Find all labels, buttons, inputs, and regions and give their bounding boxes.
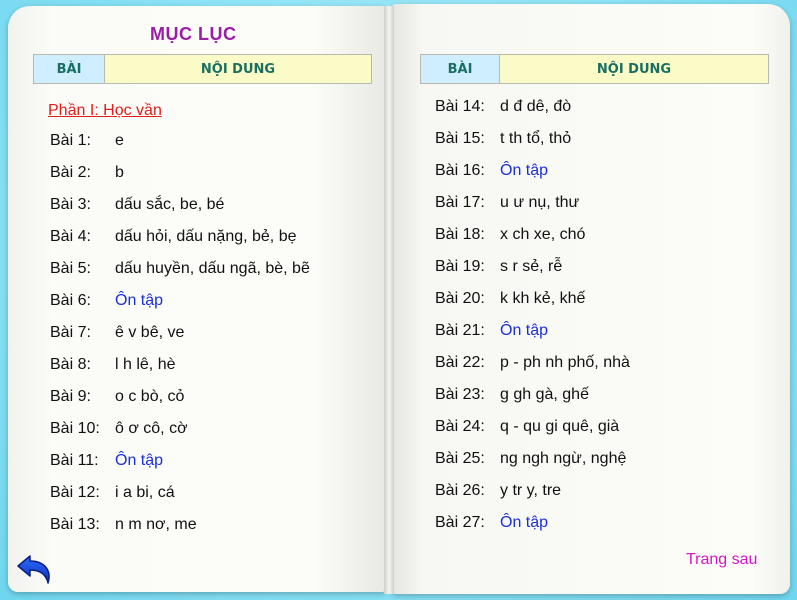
lesson-item[interactable]: Bài 7: ê v bê, ve	[50, 324, 184, 342]
lesson-title: b	[115, 164, 124, 181]
lesson-number: Bài 12:	[50, 484, 100, 501]
lesson-item[interactable]: Bài 18: x ch xe, chó	[435, 226, 585, 244]
lesson-title: g gh gà, ghế	[500, 386, 589, 403]
lesson-title: e	[115, 132, 124, 149]
lesson-item[interactable]: Bài 9: o c bò, cỏ	[50, 388, 184, 406]
lesson-number: Bài 25:	[435, 450, 485, 467]
lesson-item[interactable]: Bài 19: s r sẻ, rễ	[435, 258, 562, 276]
lesson-number: Bài 20:	[435, 290, 485, 307]
lesson-item[interactable]: Bài 23: g gh gà, ghế	[435, 386, 589, 404]
lesson-title: Ôn tập	[115, 452, 164, 469]
lesson-item[interactable]: Bài 14: d đ dê, đò	[435, 98, 571, 116]
lesson-item[interactable]: Bài 20: k kh kẻ, khế	[435, 290, 585, 308]
header-content: NỘI DUNG	[105, 55, 371, 83]
lesson-title: Ôn tập	[115, 292, 164, 309]
lesson-title: q - qu gi quê, già	[500, 418, 620, 435]
lesson-number: Bài 7:	[50, 324, 91, 341]
lesson-title: k kh kẻ, khế	[500, 290, 586, 307]
lesson-number: Bài 15:	[435, 130, 485, 147]
header-lesson: BÀI	[421, 55, 500, 83]
lesson-item[interactable]: Bài 27: Ôn tập	[435, 514, 548, 532]
lesson-title: dấu huyền, dấu ngã, bè, bẽ	[115, 260, 310, 277]
lesson-number: Bài 14:	[435, 98, 485, 115]
lesson-item[interactable]: Bài 17: u ư nụ, thư	[435, 194, 579, 212]
table-header-right: BÀI NỘI DUNG	[420, 54, 769, 84]
lesson-number: Bài 1:	[50, 132, 91, 149]
lesson-item[interactable]: Bài 13: n m nơ, me	[50, 516, 197, 534]
lesson-number: Bài 21:	[435, 322, 485, 339]
lesson-item[interactable]: Bài 15: t th tổ, thỏ	[435, 130, 571, 148]
lesson-title: x ch xe, chó	[500, 226, 586, 243]
lesson-number: Bài 4:	[50, 228, 91, 245]
lesson-title: o c bò, cỏ	[115, 388, 185, 405]
lesson-item[interactable]: Bài 16: Ôn tập	[435, 162, 548, 180]
next-page-link[interactable]: Trang sau	[686, 551, 757, 569]
lesson-title: n m nơ, me	[115, 516, 197, 533]
lesson-number: Bài 16:	[435, 162, 485, 179]
lesson-title: t th tổ, thỏ	[500, 130, 572, 147]
lesson-number: Bài 23:	[435, 386, 485, 403]
lesson-number: Bài 3:	[50, 196, 91, 213]
back-arrow-icon	[17, 555, 50, 584]
lesson-title: Ôn tập	[500, 514, 549, 531]
lesson-number: Bài 18:	[435, 226, 485, 243]
lesson-number: Bài 5:	[50, 260, 91, 277]
lesson-number: Bài 2:	[50, 164, 91, 181]
lesson-title: ê v bê, ve	[115, 324, 185, 341]
lesson-item[interactable]: Bài 24: q - qu gi quê, già	[435, 418, 619, 436]
lesson-title: d đ dê, đò	[500, 98, 572, 115]
lesson-number: Bài 11:	[50, 452, 99, 469]
lesson-item[interactable]: Bài 25: ng ngh ngừ, nghệ	[435, 450, 626, 468]
back-button[interactable]	[14, 550, 56, 588]
header-content: NỘI DUNG	[500, 55, 768, 83]
lesson-title: ô ơ cô, cờ	[115, 420, 188, 437]
lesson-title: i a bi, cá	[115, 484, 175, 501]
lesson-item[interactable]: Bài 12: i a bi, cá	[50, 484, 175, 502]
lesson-title: s r sẻ, rễ	[500, 258, 563, 275]
lesson-number: Bài 13:	[50, 516, 100, 533]
lesson-number: Bài 22:	[435, 354, 485, 371]
lesson-item[interactable]: Bài 6: Ôn tập	[50, 292, 163, 310]
lesson-title: u ư nụ, thư	[500, 194, 580, 211]
lesson-number: Bài 27:	[435, 514, 485, 531]
lesson-number: Bài 8:	[50, 356, 91, 373]
lesson-title: dấu hỏi, dấu nặng, bẻ, bẹ	[115, 228, 297, 245]
lesson-number: Bài 10:	[50, 420, 100, 437]
lesson-title: dấu sắc, be, bé	[115, 196, 225, 213]
header-lesson: BÀI	[34, 55, 105, 83]
lesson-title: Ôn tập	[500, 162, 549, 179]
lesson-item[interactable]: Bài 21: Ôn tập	[435, 322, 548, 340]
lesson-number: Bài 17:	[435, 194, 485, 211]
lesson-number: Bài 24:	[435, 418, 485, 435]
lesson-number: Bài 9:	[50, 388, 91, 405]
lesson-item[interactable]: Bài 22: p - ph nh phố, nhà	[435, 354, 630, 372]
section-title: Phần I: Học vần	[48, 102, 162, 119]
lesson-title: Ôn tập	[500, 322, 549, 339]
lesson-item[interactable]: Bài 4: dấu hỏi, dấu nặng, bẻ, bẹ	[50, 228, 297, 246]
lesson-title: ng ngh ngừ, nghệ	[500, 450, 627, 467]
lesson-number: Bài 26:	[435, 482, 485, 499]
lesson-title: y tr y, tre	[500, 482, 562, 499]
lesson-number: Bài 6:	[50, 292, 91, 309]
lesson-item[interactable]: Bài 10: ô ơ cô, cờ	[50, 420, 188, 438]
lesson-item[interactable]: Bài 3: dấu sắc, be, bé	[50, 196, 224, 214]
lesson-title: l h lê, hè	[115, 356, 176, 373]
lesson-item[interactable]: Bài 5: dấu huyền, dấu ngã, bè, bẽ	[50, 260, 310, 278]
lesson-item[interactable]: Bài 26: y tr y, tre	[435, 482, 561, 500]
lesson-item[interactable]: Bài 2: b	[50, 164, 124, 182]
table-header-left: BÀI NỘI DUNG	[33, 54, 372, 84]
lesson-item[interactable]: Bài 11: Ôn tập	[50, 452, 163, 470]
book-spine	[384, 6, 394, 594]
lesson-number: Bài 19:	[435, 258, 485, 275]
lesson-item[interactable]: Bài 1: e	[50, 132, 124, 150]
page-title: MỤC LỤC	[150, 24, 237, 44]
lesson-title: p - ph nh phố, nhà	[500, 354, 630, 371]
lesson-item[interactable]: Bài 8: l h lê, hè	[50, 356, 175, 374]
